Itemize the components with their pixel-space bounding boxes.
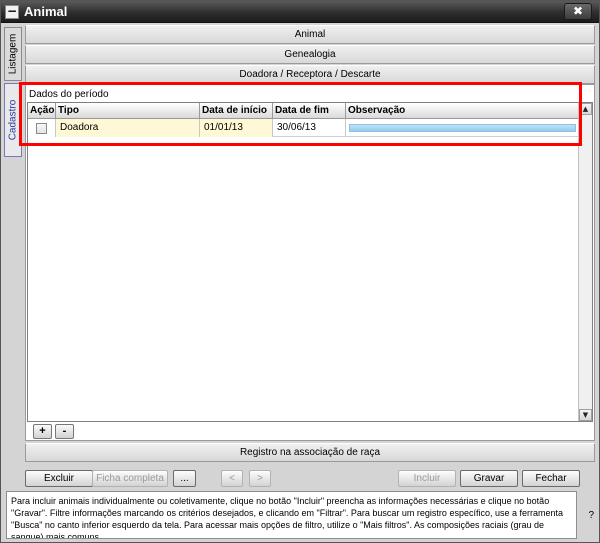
table-row[interactable]: Doadora 01/01/13 30/06/13	[28, 119, 579, 137]
panel-label: Dados do período	[29, 89, 109, 100]
close-button[interactable]: ✖	[564, 3, 592, 20]
add-row-button[interactable]: +	[33, 424, 52, 439]
section-doadora-receptora-descarte[interactable]: Doadora / Receptora / Descarte	[25, 65, 595, 84]
scroll-down-icon[interactable]: ▼	[579, 409, 592, 421]
grid-header: Ação Tipo Data de início Data de fim Obs…	[28, 103, 579, 119]
gravar-button[interactable]: Gravar	[460, 470, 518, 487]
next-record-button[interactable]: >	[249, 470, 271, 487]
column-header-acao[interactable]: Ação	[28, 103, 56, 119]
main-content: Animal Genealogia Doadora / Receptora / …	[25, 25, 595, 462]
section-genealogia[interactable]: Genealogia	[25, 45, 595, 64]
ficha-completa-button[interactable]: Ficha completa	[92, 470, 168, 487]
more-options-button[interactable]: ...	[173, 470, 196, 487]
row-checkbox[interactable]	[36, 123, 47, 134]
remove-row-button[interactable]: -	[55, 424, 74, 439]
row-tipo-cell[interactable]: Doadora	[56, 119, 200, 137]
row-action-cell	[28, 119, 56, 137]
tab-cadastro-label: Cadastro	[7, 99, 19, 141]
title-bar: − Animal ✖	[1, 1, 599, 23]
period-panel: Dados do período Ação Tipo Data de iníci…	[25, 84, 595, 441]
window-title: Animal	[24, 4, 68, 19]
tab-listagem[interactable]: Listagem	[4, 27, 22, 81]
fechar-button[interactable]: Fechar	[522, 470, 580, 487]
row-observacao-cell[interactable]	[346, 119, 579, 137]
row-fim-cell[interactable]: 30/06/13	[273, 119, 346, 137]
column-header-data-fim[interactable]: Data de fim	[273, 103, 346, 119]
window-menu-button[interactable]: −	[5, 5, 19, 19]
tab-listagem-label: Listagem	[7, 33, 19, 75]
period-grid: Ação Tipo Data de início Data de fim Obs…	[27, 102, 593, 422]
column-header-data-inicio[interactable]: Data de início	[200, 103, 273, 119]
previous-record-button[interactable]: <	[221, 470, 243, 487]
section-animal[interactable]: Animal	[25, 25, 595, 44]
tab-cadastro[interactable]: Cadastro	[4, 83, 22, 157]
column-header-observacao[interactable]: Observação	[346, 103, 579, 119]
help-question-icon[interactable]: ?	[588, 510, 594, 521]
animal-window: − Animal ✖ Listagem Cadastro Animal Gene…	[0, 0, 600, 543]
column-header-tipo[interactable]: Tipo	[56, 103, 200, 119]
section-registro-associacao[interactable]: Registro na associação de raça	[25, 443, 595, 462]
excluir-button[interactable]: Excluir	[25, 470, 93, 487]
help-text-box: Para incluir animais individualmente ou …	[6, 491, 577, 539]
observation-input-bar	[349, 124, 576, 132]
grid-scrollbar[interactable]: ▲ ▼	[578, 103, 592, 421]
incluir-button[interactable]: Incluir	[398, 470, 456, 487]
scroll-up-icon[interactable]: ▲	[579, 103, 592, 115]
row-inicio-cell[interactable]: 01/01/13	[200, 119, 273, 137]
bottom-toolbar: Excluir Ficha completa ... < > Incluir G…	[9, 467, 595, 489]
side-tabs: Listagem Cadastro	[4, 27, 22, 159]
